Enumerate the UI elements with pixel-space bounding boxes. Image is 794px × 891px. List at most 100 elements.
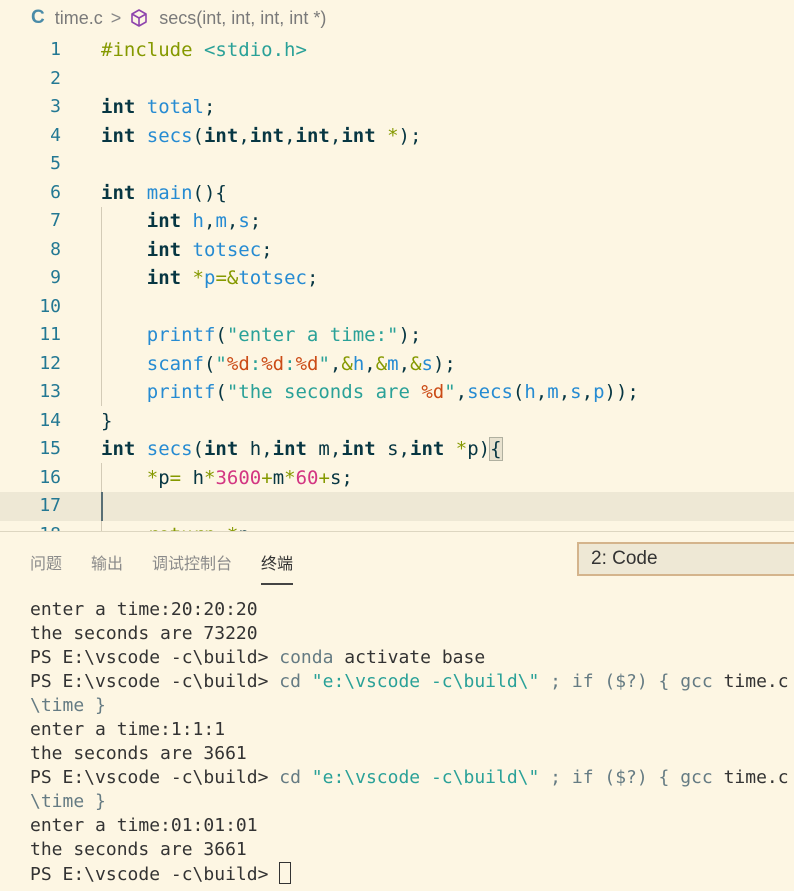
code-line[interactable]: 16 *p= h*3600+m*60+s; bbox=[0, 464, 794, 493]
tab-2[interactable]: 调试控制台 bbox=[152, 550, 232, 585]
code-line[interactable]: 3 int total; bbox=[0, 93, 794, 122]
code-line[interactable]: 2 bbox=[0, 65, 794, 94]
code-token: secs bbox=[146, 438, 193, 460]
code-line[interactable]: 1 #include <stdio.h> bbox=[0, 36, 794, 65]
code-token: : bbox=[249, 352, 262, 375]
code-text: printf("enter a time:"); bbox=[101, 321, 422, 350]
code-line[interactable]: 5 bbox=[0, 150, 794, 179]
code-line[interactable]: 9 int *p=&totsec; bbox=[0, 264, 794, 293]
code-token: printf bbox=[146, 324, 216, 346]
code-line[interactable]: 6 int main(){ bbox=[0, 179, 794, 208]
code-text: } bbox=[101, 407, 112, 436]
terminal-token: cd bbox=[279, 767, 312, 788]
code-line[interactable]: 8 int totsec; bbox=[0, 236, 794, 265]
code-token: m bbox=[272, 466, 285, 489]
code-line[interactable]: 15 int secs(int h,int m,int s,int *p){ bbox=[0, 435, 794, 464]
code-token: * bbox=[227, 524, 238, 532]
code-token: : bbox=[284, 352, 296, 375]
line-number: 18 bbox=[0, 521, 61, 532]
code-token: int bbox=[146, 267, 193, 289]
terminal-line: the seconds are 73220 bbox=[30, 622, 789, 646]
code-token: { bbox=[489, 437, 503, 461]
line-number: 17 bbox=[39, 495, 61, 516]
breadcrumb-file[interactable]: time.c bbox=[55, 8, 103, 29]
line-number: 16 bbox=[39, 466, 61, 488]
code-token: ( bbox=[192, 124, 204, 147]
code-token: secs bbox=[146, 124, 193, 147]
code-token: s bbox=[329, 466, 342, 489]
code-token: <stdio.h> bbox=[203, 39, 307, 61]
code-token: ; bbox=[249, 210, 262, 232]
code-token: int bbox=[272, 438, 319, 460]
code-token: secs bbox=[467, 381, 513, 403]
terminal-token: ; if ($?) { gcc bbox=[539, 671, 724, 692]
code-line[interactable]: 4 int secs(int,int,int,int *); bbox=[0, 122, 794, 151]
terminal-token: \time } bbox=[30, 695, 106, 716]
terminal-token: "e:\vscode -c\build\" bbox=[311, 767, 540, 788]
terminal-output[interactable]: enter a time:20:20:20 the seconds are 732… bbox=[30, 598, 789, 886]
code-line[interactable]: 11 printf("enter a time:"); bbox=[0, 321, 794, 350]
code-text: *p= h*3600+m*60+s; bbox=[101, 464, 353, 493]
code-token: , bbox=[535, 381, 548, 403]
terminal-token: cd bbox=[279, 671, 312, 692]
code-token: , bbox=[329, 438, 342, 460]
code-token: ( bbox=[215, 324, 227, 346]
code-text: int main(){ bbox=[101, 179, 227, 208]
code-token: " bbox=[318, 352, 330, 375]
code-token: int bbox=[203, 124, 239, 147]
code-editor[interactable]: 1 #include <stdio.h> 2 3 int total; 4 int secs… bbox=[0, 36, 794, 531]
code-token: ); bbox=[432, 352, 456, 375]
line-number: 14 bbox=[39, 409, 61, 431]
code-token: int bbox=[341, 124, 388, 147]
code-text: int *p=&totsec; bbox=[101, 264, 319, 293]
code-line[interactable]: 7 int h,m,s; bbox=[0, 207, 794, 236]
line-number: 9 bbox=[50, 267, 61, 288]
code-token: h bbox=[249, 438, 262, 460]
code-token: %d bbox=[421, 381, 445, 403]
terminal-line: enter a time:1:1:1 bbox=[30, 718, 789, 742]
terminal-select-dropdown[interactable]: 2: Code bbox=[577, 542, 794, 576]
code-token: " bbox=[444, 381, 456, 403]
code-token: h bbox=[192, 210, 204, 232]
code-token: totsec bbox=[238, 267, 307, 289]
line-number: 15 bbox=[39, 438, 61, 459]
line-number: 10 bbox=[39, 295, 61, 317]
tab-1[interactable]: 输出 bbox=[91, 550, 123, 585]
breadcrumb-symbol[interactable]: secs(int, int, int, int *) bbox=[159, 8, 326, 29]
line-number: 7 bbox=[50, 210, 61, 231]
code-line[interactable]: 14} bbox=[0, 407, 794, 436]
code-token: ( bbox=[512, 381, 525, 403]
code-token: int bbox=[146, 238, 193, 261]
code-token: ) bbox=[478, 438, 491, 460]
code-token: 3600 bbox=[215, 466, 262, 489]
terminal-token: the seconds are 3661 bbox=[30, 743, 247, 764]
code-token: + bbox=[318, 466, 330, 489]
terminal-token: activate base bbox=[344, 647, 486, 668]
code-line[interactable]: 12 scanf("%d:%d:%d",&h,&m,&s); bbox=[0, 350, 794, 379]
terminal-token: conda bbox=[279, 647, 345, 668]
line-number: 1 bbox=[50, 39, 61, 60]
terminal-line: \time } bbox=[30, 694, 789, 718]
code-line[interactable]: 10 bbox=[0, 293, 794, 322]
code-token: * bbox=[455, 438, 468, 460]
terminal-line: PS E:\vscode -c\build> conda activate ba… bbox=[30, 646, 789, 670]
line-number: 12 bbox=[39, 352, 61, 374]
code-token: , bbox=[238, 124, 250, 147]
code-token: s bbox=[421, 352, 433, 375]
code-token: int bbox=[410, 438, 456, 460]
tab-0[interactable]: 问题 bbox=[30, 550, 62, 585]
code-token: return bbox=[147, 524, 227, 532]
tab-3[interactable]: 终端 bbox=[261, 550, 294, 585]
terminal-token: enter a time:20:20:20 bbox=[30, 599, 258, 620]
code-line[interactable]: 18 return *p; bbox=[0, 521, 794, 532]
c-language-icon: C bbox=[31, 7, 45, 28]
code-line[interactable]: 13 printf("the seconds are %d",secs(h,m,… bbox=[0, 378, 794, 407]
code-token: total bbox=[146, 96, 204, 118]
code-token: int bbox=[101, 96, 147, 118]
code-token: main bbox=[146, 181, 193, 204]
code-line[interactable]: 17 bbox=[0, 492, 794, 521]
line-number: 11 bbox=[39, 324, 61, 345]
code-token: "enter a time:" bbox=[226, 324, 399, 346]
